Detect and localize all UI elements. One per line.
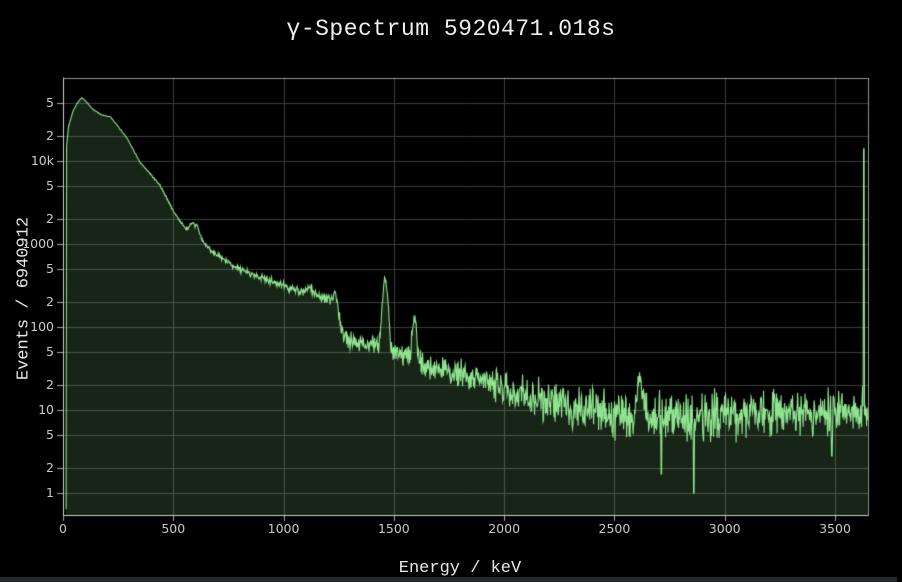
y-tick-label: 2 <box>8 377 54 392</box>
x-axis-label: Energy / keV <box>310 559 610 578</box>
y-tick-label: 1000 <box>8 236 54 251</box>
window-bottom-bar <box>0 577 897 582</box>
x-tick-label: 1500 <box>364 521 424 536</box>
y-tick-label: 10 <box>8 402 54 417</box>
y-tick-label: 2 <box>8 460 54 475</box>
y-tick-label: 5 <box>8 178 54 193</box>
y-tick-label: 5 <box>8 427 54 442</box>
y-tick-label: 5 <box>8 261 54 276</box>
x-tick-label: 2000 <box>474 521 534 536</box>
y-tick-label: 10k <box>8 153 54 168</box>
x-tick-label: 3500 <box>805 521 865 536</box>
app-window: γ-Spectrum 5920471.018s Events / 6940912… <box>0 0 902 582</box>
y-tick-label: 2 <box>8 128 54 143</box>
y-tick-label: 1 <box>8 485 54 500</box>
x-tick-label: 3000 <box>695 521 755 536</box>
y-tick-label: 2 <box>8 294 54 309</box>
x-tick-label: 500 <box>143 521 203 536</box>
x-tick-label: 1000 <box>254 521 314 536</box>
x-tick-label: 0 <box>33 521 93 536</box>
spectrum-plot-canvas[interactable] <box>0 0 902 582</box>
y-tick-label: 5 <box>8 344 54 359</box>
chart-title: γ-Spectrum 5920471.018s <box>0 16 902 42</box>
y-tick-label: 2 <box>8 211 54 226</box>
x-tick-label: 2500 <box>584 521 644 536</box>
y-tick-label: 100 <box>8 319 54 334</box>
y-tick-label: 5 <box>8 95 54 110</box>
